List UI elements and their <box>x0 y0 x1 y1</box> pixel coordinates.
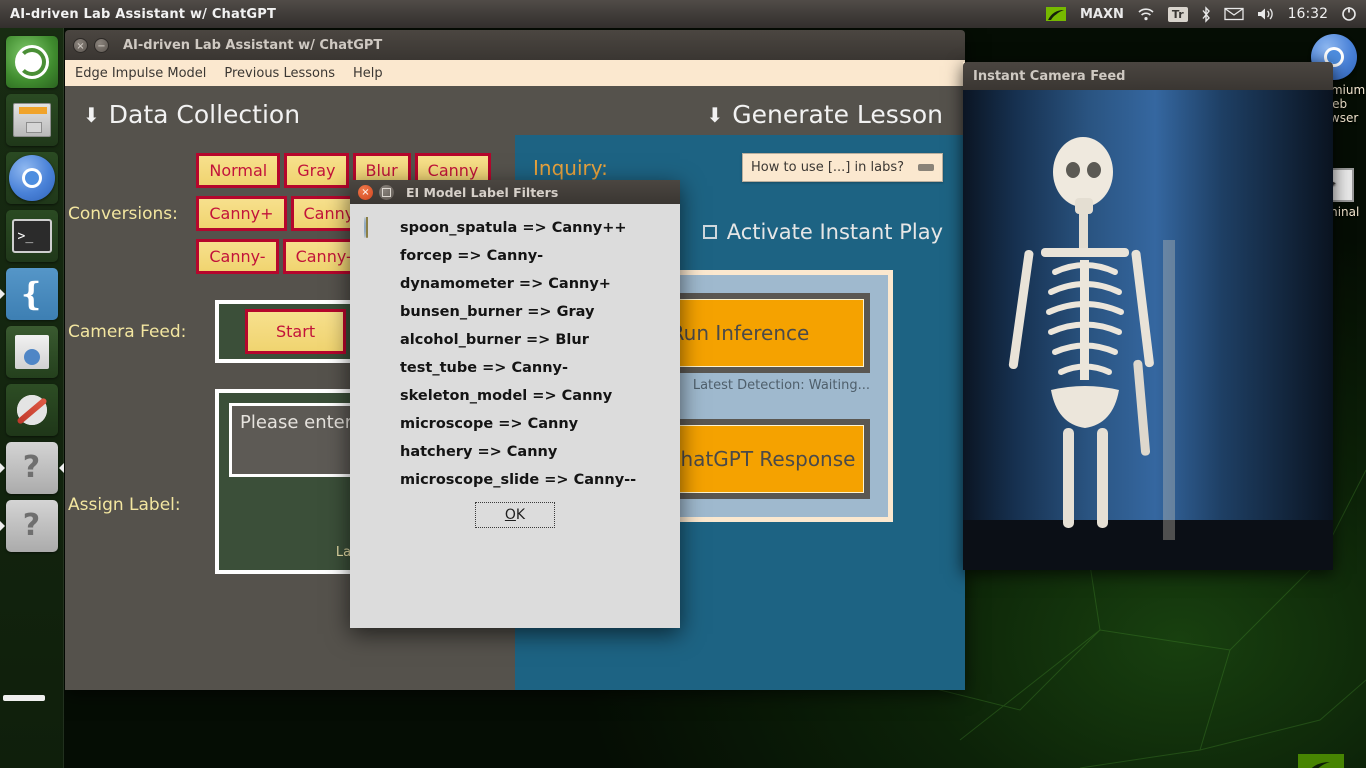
filter-row: dynamometer => Canny+ <box>398 270 672 298</box>
ok-button-mnemonic: O <box>505 507 516 523</box>
shopping-bag-icon <box>15 335 49 369</box>
launcher-item-ubuntu-dash[interactable] <box>6 36 58 88</box>
file-cabinet-icon <box>13 103 51 137</box>
dialog-footer: OK <box>350 502 680 528</box>
data-collection-heading: ⬇ Data Collection <box>65 86 515 135</box>
question-mark-icon: ? <box>23 453 40 483</box>
power-gear-icon[interactable] <box>1340 5 1358 23</box>
menu-item-edge-impulse-model[interactable]: Edge Impulse Model <box>75 66 206 81</box>
filter-row: test_tube => Canny- <box>398 354 672 382</box>
skeleton-video-frame <box>963 90 1333 570</box>
lightbulb-icon <box>364 218 390 252</box>
filter-row: hatchery => Canny <box>398 438 672 466</box>
camera-video-view <box>963 90 1333 570</box>
conversion-button-canny-plus[interactable]: Canny+ <box>196 196 286 231</box>
camera-feed-label: Camera Feed: <box>65 322 215 342</box>
vscode-icon: ❴ <box>18 278 45 310</box>
filter-row: bunsen_burner => Gray <box>398 298 672 326</box>
conversion-button-normal[interactable]: Normal <box>196 153 280 188</box>
window-close-button[interactable]: × <box>73 38 88 53</box>
launcher-item-unknown-app-1[interactable]: ? <box>6 442 58 494</box>
menu-item-previous-lessons[interactable]: Previous Lessons <box>224 66 335 81</box>
question-mark-icon: ? <box>23 511 40 541</box>
camera-window-titlebar[interactable]: Instant Camera Feed <box>963 62 1333 90</box>
filter-row: microscope => Canny <box>398 410 672 438</box>
ubuntu-logo-icon <box>15 45 49 79</box>
bluetooth-icon[interactable] <box>1200 6 1212 23</box>
generate-lesson-heading-label: Generate Lesson <box>732 100 943 129</box>
launcher-item-files[interactable] <box>6 94 58 146</box>
filter-row: alcohol_burner => Blur <box>398 326 672 354</box>
app-titlebar[interactable]: × − AI-driven Lab Assistant w/ ChatGPT <box>65 30 965 60</box>
dialog-maximize-icon[interactable] <box>379 185 394 200</box>
dialog-titlebar[interactable]: × EI Model Label Filters <box>350 180 680 204</box>
launcher-item-software-center[interactable] <box>6 326 58 378</box>
unity-launcher: >_ ❴ ? ? <box>0 28 64 768</box>
instant-play-label: Activate Instant Play <box>727 220 943 244</box>
app-menubar: Edge Impulse Model Previous Lessons Help <box>65 60 965 86</box>
top-panel: AI-driven Lab Assistant w/ ChatGPT MAXN … <box>0 0 1366 28</box>
inquiry-label: Inquiry: <box>533 156 608 180</box>
launcher-item-chromium[interactable] <box>6 152 58 204</box>
camera-window-title: Instant Camera Feed <box>973 69 1126 84</box>
power-mode-indicator[interactable]: MAXN <box>1080 7 1124 22</box>
dialog-body: spoon_spatula => Canny++ forcep => Canny… <box>350 204 680 494</box>
filter-list: spoon_spatula => Canny++ forcep => Canny… <box>398 214 672 494</box>
gear-wrench-icon <box>17 395 47 425</box>
conversion-button-canny-minus[interactable]: Canny- <box>196 239 278 274</box>
panel-window-title: AI-driven Lab Assistant w/ ChatGPT <box>10 7 276 22</box>
ok-button-rest: K <box>516 507 525 523</box>
app-window-title: AI-driven Lab Assistant w/ ChatGPT <box>123 38 382 53</box>
filter-row: spoon_spatula => Canny++ <box>398 214 672 242</box>
ok-button[interactable]: OK <box>475 502 555 528</box>
mail-icon[interactable] <box>1224 7 1244 21</box>
dialog-title: EI Model Label Filters <box>406 185 558 200</box>
menu-item-help[interactable]: Help <box>353 66 383 81</box>
launcher-item-terminal[interactable]: >_ <box>6 210 58 262</box>
conversions-label: Conversions: <box>65 204 196 224</box>
dialog-close-icon[interactable]: × <box>358 185 373 200</box>
launcher-item-unknown-app-2[interactable]: ? <box>6 500 58 552</box>
filter-row: forcep => Canny- <box>398 242 672 270</box>
ei-model-label-filters-dialog: × EI Model Label Filters spoon_spatula =… <box>350 180 680 628</box>
nvidia-logo-icon[interactable] <box>1040 5 1068 23</box>
system-tray: MAXN Tr 16:32 <box>1040 5 1366 23</box>
clock[interactable]: 16:32 <box>1288 6 1328 22</box>
arrow-down-icon: ⬇ <box>706 103 723 127</box>
filter-row: microscope_slide => Canny-- <box>398 466 672 494</box>
generate-lesson-heading: ⬇ Generate Lesson <box>515 86 965 135</box>
data-collection-heading-label: Data Collection <box>109 100 300 129</box>
assign-label-label: Assign Label: <box>65 389 215 515</box>
keyboard-layout-indicator[interactable]: Tr <box>1168 7 1188 22</box>
chromium-icon <box>9 155 55 201</box>
arrow-down-icon: ⬇ <box>83 103 100 127</box>
instant-play-checkbox[interactable] <box>703 225 717 239</box>
conversion-button-gray[interactable]: Gray <box>284 153 348 188</box>
dropdown-handle-icon <box>918 164 934 171</box>
volume-icon[interactable] <box>1256 6 1276 22</box>
window-minimize-button[interactable]: − <box>94 38 109 53</box>
inquiry-dropdown-value: How to use [...] in labs? <box>751 160 904 175</box>
inquiry-dropdown[interactable]: How to use [...] in labs? <box>742 153 943 182</box>
launcher-item-vscode[interactable]: ❴ <box>6 268 58 320</box>
launcher-item-system-settings[interactable] <box>6 384 58 436</box>
camera-feed-window: Instant Camera Feed <box>963 62 1333 570</box>
wifi-icon[interactable] <box>1136 6 1156 22</box>
start-camera-button[interactable]: Start <box>245 309 346 354</box>
terminal-icon: >_ <box>12 219 52 253</box>
filter-row: skeleton_model => Canny <box>398 382 672 410</box>
